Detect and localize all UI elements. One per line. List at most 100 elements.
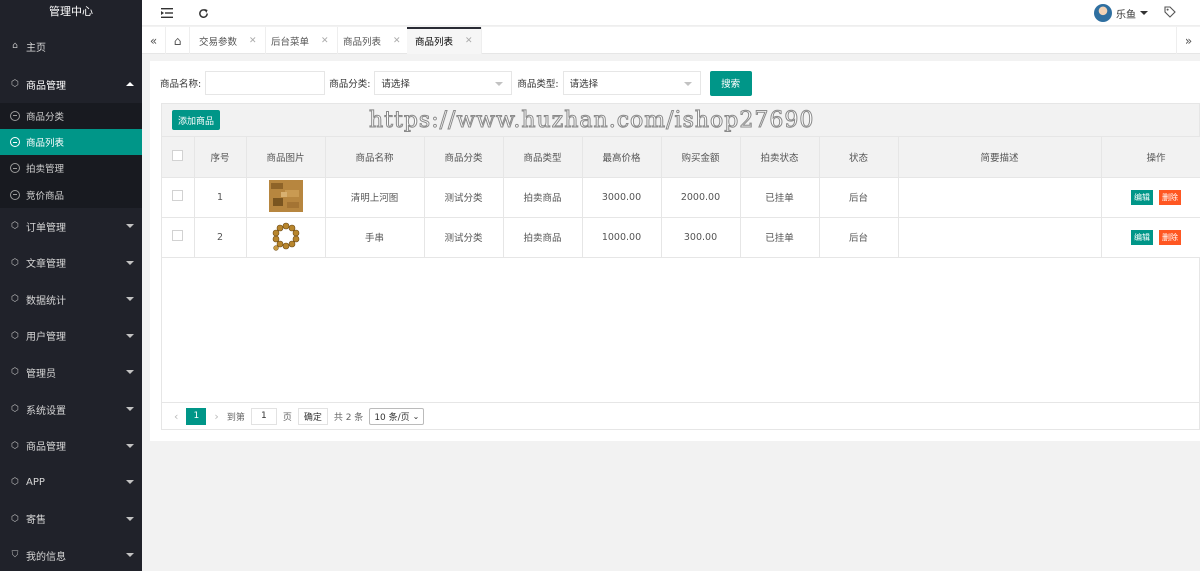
cube-icon: ⬡ bbox=[11, 294, 19, 305]
category-select[interactable]: 请选择 bbox=[374, 71, 513, 95]
user-name: 乐鱼 bbox=[1116, 9, 1136, 21]
add-product-button[interactable]: 添加商品 bbox=[172, 110, 221, 130]
sidebar-group-statistics[interactable]: ⬡ 数据统计 bbox=[0, 281, 142, 318]
user-menu[interactable]: 乐鱼 bbox=[1094, 3, 1148, 23]
close-icon[interactable]: ✕ bbox=[321, 36, 329, 46]
current-page[interactable]: 1 bbox=[186, 407, 207, 425]
tab-backend-menu[interactable]: 后台菜单 ✕ bbox=[263, 27, 338, 54]
sidebar-group-my-info[interactable]: ⛉ 我的信息 bbox=[0, 537, 142, 571]
sidebar-group-products-2[interactable]: ⬡ 商品管理 bbox=[0, 427, 142, 464]
tab-label: 交易参数 bbox=[199, 36, 238, 48]
sidebar-item-label: 管理员 bbox=[26, 368, 56, 380]
product-table: 序号 商品图片 商品名称 商品分类 商品类型 最高价格 购买金额 拍卖状态 状态… bbox=[162, 137, 1200, 258]
top-header: 乐鱼 bbox=[142, 0, 1200, 26]
close-icon[interactable]: ✕ bbox=[249, 36, 257, 46]
prev-page-icon[interactable]: ‹ bbox=[174, 410, 178, 423]
tab-product-list-active[interactable]: 商品列表 ✕ bbox=[407, 27, 482, 54]
sidebar-group-app[interactable]: ⬡ APP bbox=[0, 464, 142, 501]
table-row[interactable]: 2 手串 测试分类 拍卖商品 1000.00 300.00 已挂单 后台 编辑 … bbox=[162, 217, 1200, 258]
column-header[interactable]: 商品名称 bbox=[325, 137, 425, 178]
select-all-checkbox[interactable] bbox=[172, 149, 184, 161]
delete-button[interactable]: 删除 bbox=[1159, 229, 1181, 245]
sidebar-group-articles[interactable]: ⬡ 文章管理 bbox=[0, 244, 142, 281]
sidebar-group-consignment[interactable]: ⬡ 寄售 bbox=[0, 501, 142, 538]
tabs-scroll-left-icon[interactable]: « bbox=[142, 27, 166, 54]
tab-trade-params[interactable]: 交易参数 ✕ bbox=[191, 27, 266, 54]
chevron-down-icon bbox=[126, 297, 134, 302]
next-page-icon[interactable]: › bbox=[214, 410, 218, 423]
cell-buy-amount: 2000.00 bbox=[661, 177, 741, 218]
painting-thumbnail[interactable] bbox=[268, 179, 303, 212]
column-header[interactable]: 购买金额 bbox=[661, 137, 741, 178]
sidebar-submenu: 商品分类 商品列表 拍卖管理 竞价商品 bbox=[0, 102, 142, 208]
home-icon[interactable]: ⌂ bbox=[166, 27, 190, 54]
confirm-page-button[interactable]: 确定 bbox=[297, 407, 328, 425]
tab-product-list[interactable]: 商品列表 ✕ bbox=[335, 27, 410, 54]
cell-type: 拍卖商品 bbox=[503, 177, 583, 218]
column-header[interactable]: 状态 bbox=[819, 137, 899, 178]
column-header[interactable]: 商品图片 bbox=[246, 137, 326, 178]
circle-minus-icon bbox=[10, 163, 20, 174]
type-select[interactable]: 请选择 bbox=[562, 71, 701, 95]
goto-label: 到第 bbox=[226, 412, 245, 423]
column-header[interactable]: 拍卖状态 bbox=[740, 137, 820, 178]
cube-icon: ⬡ bbox=[11, 440, 19, 451]
table-row[interactable]: 1 清明上河图 测试分类 拍卖商品 3000.00 2000.00 已挂单 后台… bbox=[162, 177, 1200, 218]
edit-button[interactable]: 编辑 bbox=[1131, 229, 1153, 245]
cell-buy-amount: 300.00 bbox=[661, 217, 741, 258]
search-form: 商品名称: 商品分类: 请选择 商品类型: 请选择 搜索 bbox=[160, 70, 752, 96]
tabs-scroll-right-icon[interactable]: » bbox=[1176, 27, 1200, 54]
sidebar-group-admins[interactable]: ⬡ 管理员 bbox=[0, 354, 142, 391]
shield-icon: ⛉ bbox=[11, 550, 19, 561]
search-button[interactable]: 搜索 bbox=[709, 70, 752, 96]
cell-max-price: 1000.00 bbox=[582, 217, 662, 258]
sidebar: 管理中心 ⌂ 主页 ⬡ 商品管理 商品分类 商品列表 拍卖管理 竞价商品 ⬡ 订… bbox=[0, 0, 142, 571]
bracelet-thumbnail[interactable] bbox=[269, 220, 303, 252]
sidebar-item-bidding-products[interactable]: 竞价商品 bbox=[0, 181, 142, 207]
select-all-cell bbox=[162, 137, 195, 178]
column-header[interactable]: 商品分类 bbox=[424, 137, 504, 178]
cube-icon: ⬡ bbox=[11, 404, 19, 415]
menu-fold-icon[interactable] bbox=[158, 4, 176, 22]
home-icon: ⌂ bbox=[12, 41, 18, 51]
chevron-down-icon bbox=[126, 516, 134, 521]
column-header[interactable]: 序号 bbox=[194, 137, 247, 178]
cell-status: 后台 bbox=[819, 217, 899, 258]
sidebar-item-label: 商品管理 bbox=[26, 80, 66, 92]
sidebar-item-product-list[interactable]: 商品列表 bbox=[0, 128, 142, 156]
goto-page-input[interactable]: 1 bbox=[250, 407, 277, 425]
watermark: https://www.huzhan.com/ishop27690 bbox=[368, 108, 815, 134]
chevron-down-icon bbox=[126, 480, 134, 485]
sidebar-item-home[interactable]: ⌂ 主页 bbox=[0, 26, 142, 66]
row-checkbox[interactable] bbox=[172, 190, 184, 201]
row-checkbox[interactable] bbox=[172, 230, 184, 241]
page-size-select[interactable]: 10 条/页 ⌄ bbox=[369, 407, 425, 425]
delete-button[interactable]: 删除 bbox=[1159, 189, 1181, 205]
sidebar-group-orders[interactable]: ⬡ 订单管理 bbox=[0, 208, 142, 245]
chevron-down-icon bbox=[126, 333, 134, 338]
tag-icon[interactable] bbox=[1164, 6, 1176, 18]
caret-down-icon bbox=[683, 82, 692, 86]
column-header[interactable]: 商品类型 bbox=[503, 137, 583, 178]
column-header[interactable]: 最高价格 bbox=[582, 137, 662, 178]
close-icon[interactable]: ✕ bbox=[465, 36, 473, 46]
sidebar-item-product-category[interactable]: 商品分类 bbox=[0, 103, 142, 129]
product-name-input[interactable] bbox=[205, 71, 326, 95]
sidebar-item-label: 拍卖管理 bbox=[26, 164, 65, 176]
sidebar-item-label: 用户管理 bbox=[26, 332, 66, 344]
edit-button[interactable]: 编辑 bbox=[1131, 189, 1153, 205]
sidebar-item-auction-management[interactable]: 拍卖管理 bbox=[0, 155, 142, 181]
sidebar-item-label: 系统设置 bbox=[26, 405, 66, 417]
cube-icon: ⬡ bbox=[11, 257, 19, 268]
cell-status: 后台 bbox=[819, 177, 899, 218]
type-label: 商品类型: bbox=[517, 79, 559, 90]
sidebar-group-users[interactable]: ⬡ 用户管理 bbox=[0, 318, 142, 355]
refresh-icon[interactable] bbox=[194, 4, 212, 22]
sidebar-item-label: 寄售 bbox=[26, 515, 46, 527]
name-label: 商品名称: bbox=[160, 79, 202, 90]
sidebar-group-product-management[interactable]: ⬡ 商品管理 bbox=[0, 66, 142, 103]
column-header[interactable]: 操作 bbox=[1101, 137, 1200, 178]
close-icon[interactable]: ✕ bbox=[393, 36, 401, 46]
sidebar-group-settings[interactable]: ⬡ 系统设置 bbox=[0, 391, 142, 428]
column-header[interactable]: 简要描述 bbox=[898, 137, 1102, 178]
